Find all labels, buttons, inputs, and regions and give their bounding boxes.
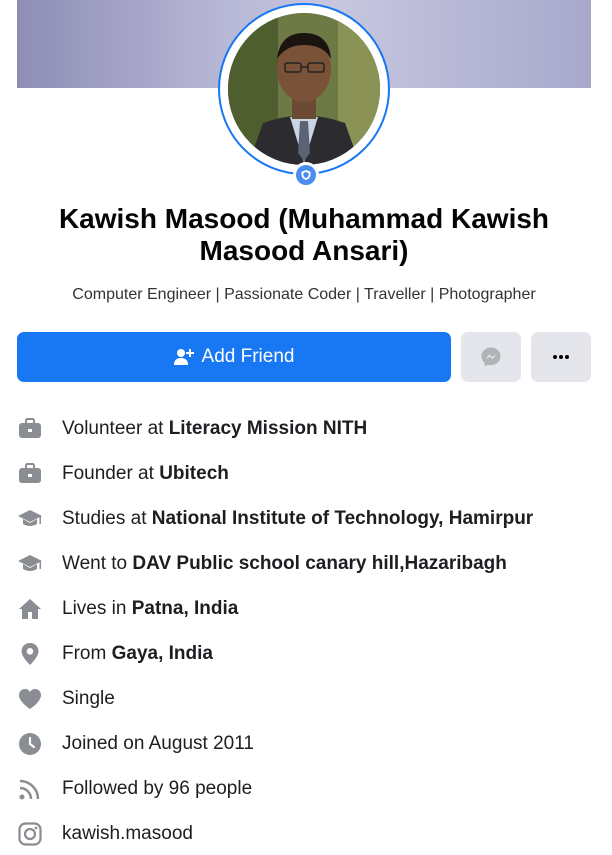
briefcase-icon [17,416,43,442]
add-friend-button[interactable]: Add Friend [17,332,451,382]
graduation-cap-icon [17,551,43,577]
message-button[interactable] [461,332,521,382]
intro-item-work-1: Volunteer at Literacy Mission NITH [17,414,607,444]
more-options-button[interactable] [531,332,591,382]
location-pin-icon [17,641,43,667]
profile-picture[interactable] [218,3,390,188]
intro-link[interactable]: Ubitech [159,463,229,484]
add-friend-label: Add Friend [201,346,295,367]
graduation-cap-icon [17,506,43,532]
avatar [228,13,380,165]
intro-item-education-1: Studies at National Institute of Technol… [17,504,607,534]
intro-link[interactable]: Literacy Mission NITH [169,418,368,439]
intro-item-lives-in: Lives in Patna, India [17,594,607,624]
verified-badge [293,162,319,188]
rss-icon [17,776,43,802]
briefcase-icon [17,461,43,487]
intro-link[interactable]: DAV Public school canary hill,Hazaribagh [132,553,506,574]
intro-link[interactable]: National Institute of Technology, Hamirp… [152,508,533,529]
profile-name: Kawish Masood (Muhammad Kawish Masood An… [58,203,550,266]
intro-item-followers[interactable]: Followed by 96 people [17,774,607,804]
shield-icon [301,170,311,180]
intro-link[interactable]: Patna, India [132,598,239,619]
clock-icon [17,731,43,757]
intro-item-instagram[interactable]: kawish.masood [17,819,607,849]
intro-item-education-2: Went to DAV Public school canary hill,Ha… [17,549,607,579]
more-dots-icon [553,355,569,359]
intro-item-joined: Joined on August 2011 [17,729,607,759]
home-icon [17,596,43,622]
intro-link[interactable]: Gaya, India [112,643,213,664]
intro-item-work-2: Founder at Ubitech [17,459,607,489]
add-friend-icon [173,349,194,365]
heart-icon [17,686,43,712]
profile-bio: Computer Engineer | Passionate Coder | T… [72,286,536,303]
messenger-icon [481,347,501,367]
intro-item-relationship: Single [17,684,607,714]
instagram-icon [17,821,43,847]
intro-item-from: From Gaya, India [17,639,607,669]
